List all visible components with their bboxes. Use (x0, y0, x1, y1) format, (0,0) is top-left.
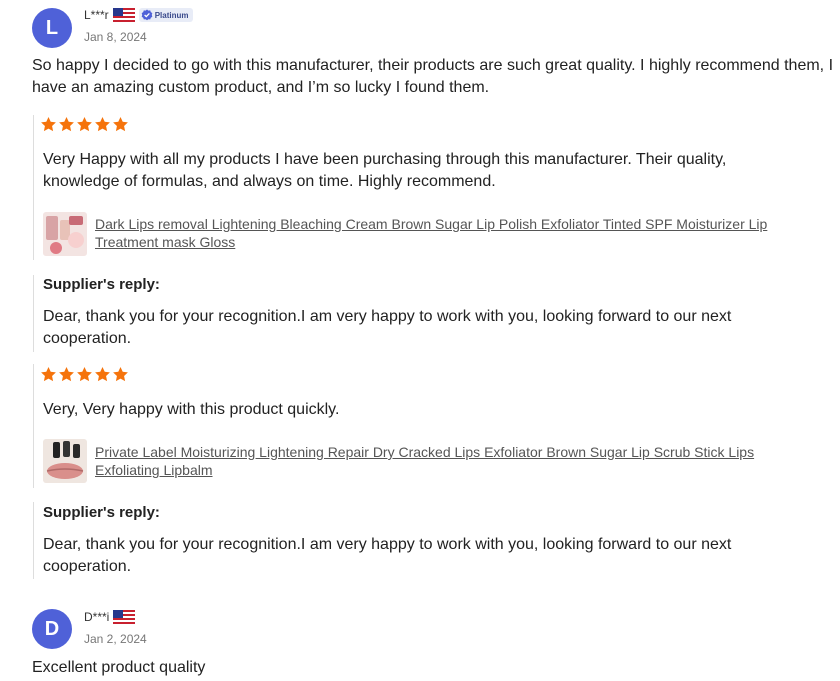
reviewer-avatar: L (32, 8, 72, 48)
supplier-reply-title: Supplier's reply: (43, 276, 160, 293)
reviewer-avatar: D (32, 609, 72, 649)
supplier-reply-text: Dear, thank you for your recognition.I a… (43, 308, 732, 347)
star-icon (113, 117, 128, 132)
badge-label: Platinum (154, 10, 189, 20)
supplier-reply-title: Supplier's reply: (43, 504, 160, 521)
us-flag-icon (113, 610, 136, 624)
item-review-text: Very, Very happy with this product quick… (43, 401, 340, 418)
review-date: Jan 2, 2024 (84, 632, 147, 646)
star-icon (59, 367, 74, 382)
lip-products-image (43, 212, 87, 256)
review-comment: So happy I decided to go with this manuf… (32, 57, 834, 96)
product-thumbnail[interactable] (43, 212, 87, 256)
avatar-letter: L (45, 16, 59, 39)
reply-divider (33, 275, 34, 352)
product-link[interactable]: Private Label Moisturizing Lightening Re… (95, 443, 815, 479)
product-link[interactable]: Dark Lips removal Lightening Bleaching C… (95, 215, 815, 251)
star-rating (40, 366, 129, 383)
item-review-text: Very Happy with all my products I have b… (43, 151, 727, 190)
reviewer-name: L***r (84, 8, 109, 22)
star-rating (40, 116, 129, 133)
reply-divider (33, 502, 34, 579)
star-icon (77, 117, 92, 132)
item-divider (33, 115, 34, 260)
us-flag-icon (112, 8, 135, 22)
star-icon (95, 367, 110, 382)
avatar-letter: D (44, 617, 60, 640)
reviewer-info: L***r Platinum (84, 8, 194, 22)
supplier-reply-text: Dear, thank you for your recognition.I a… (43, 536, 732, 575)
product-thumbnail[interactable] (43, 439, 87, 483)
lip-scrub-image (43, 439, 87, 483)
star-icon (41, 367, 56, 382)
platinum-badge: Platinum (138, 8, 194, 22)
star-icon (95, 117, 110, 132)
star-icon (41, 117, 56, 132)
item-divider (33, 364, 34, 488)
review-date: Jan 8, 2024 (84, 30, 147, 44)
star-icon (59, 117, 74, 132)
reviewer-info: D***i (84, 610, 136, 624)
verified-badge-icon (141, 9, 152, 21)
star-icon (113, 367, 128, 382)
review-comment: Excellent product quality (32, 659, 206, 676)
reviewer-name: D***i (84, 610, 110, 624)
star-icon (77, 367, 92, 382)
